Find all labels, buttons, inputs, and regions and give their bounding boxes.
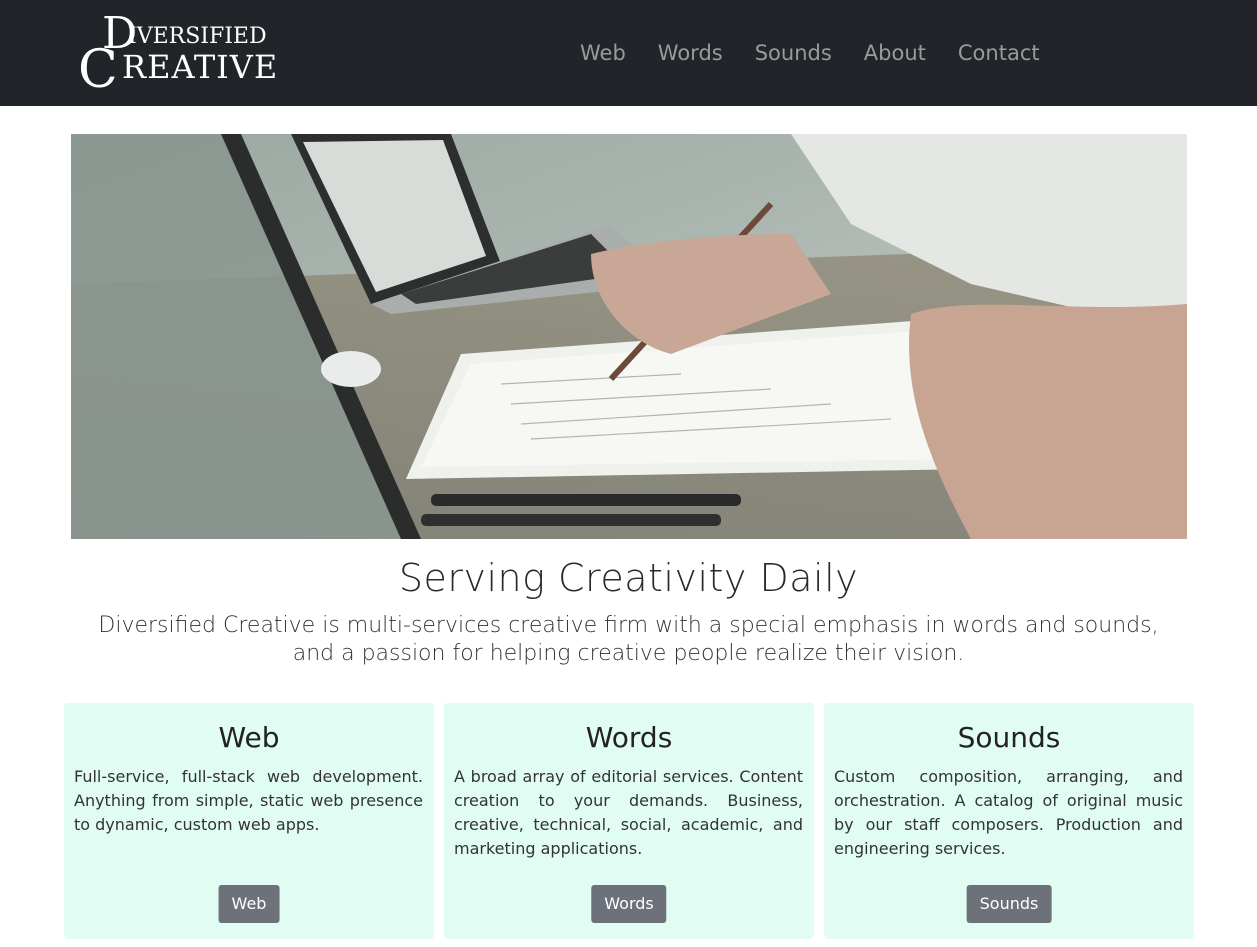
card-text: A broad array of editorial services. Con…	[454, 767, 803, 858]
logo-initial-c: C	[78, 40, 118, 100]
nav-link-about[interactable]: About	[864, 38, 926, 68]
services-cards: Web Full-service, full-stack web develop…	[64, 703, 1195, 939]
card-title: Words	[585, 721, 673, 754]
web-button[interactable]: Web	[218, 885, 280, 923]
card-title: Sounds	[957, 721, 1061, 754]
photo-icon	[71, 134, 1187, 539]
card-title: Web	[218, 721, 280, 754]
nav-link-sounds[interactable]: Sounds	[755, 38, 832, 68]
navbar: D IVERSIFIED C REATIVE Web Words Sounds …	[0, 0, 1257, 106]
card-words: Words A broad array of editorial service…	[444, 703, 814, 939]
intro-lead: Diversified Creative is multi-services c…	[98, 613, 1159, 666]
card-web: Web Full-service, full-stack web develop…	[64, 703, 434, 939]
nav-link-words[interactable]: Words	[658, 38, 723, 68]
brand-logo[interactable]: D IVERSIFIED C REATIVE	[78, 12, 277, 100]
main-nav: Web Words Sounds About Contact	[580, 38, 1072, 68]
page-headline: Serving Creativity Daily	[398, 556, 859, 600]
logo-word-creative: REATIVE	[122, 48, 279, 86]
logo-word-diversified: IVERSIFIED	[128, 24, 267, 49]
nav-link-web[interactable]: Web	[580, 38, 626, 68]
nav-link-contact[interactable]: Contact	[958, 38, 1040, 68]
card-sounds: Sounds Custom composition, arranging, an…	[824, 703, 1194, 939]
card-text: Custom composition, arranging, and orche…	[834, 767, 1183, 858]
sounds-button[interactable]: Sounds	[966, 885, 1052, 923]
card-text: Full-service, full-stack web development…	[74, 767, 423, 834]
words-button[interactable]: Words	[591, 885, 667, 923]
hero-image	[71, 134, 1187, 539]
